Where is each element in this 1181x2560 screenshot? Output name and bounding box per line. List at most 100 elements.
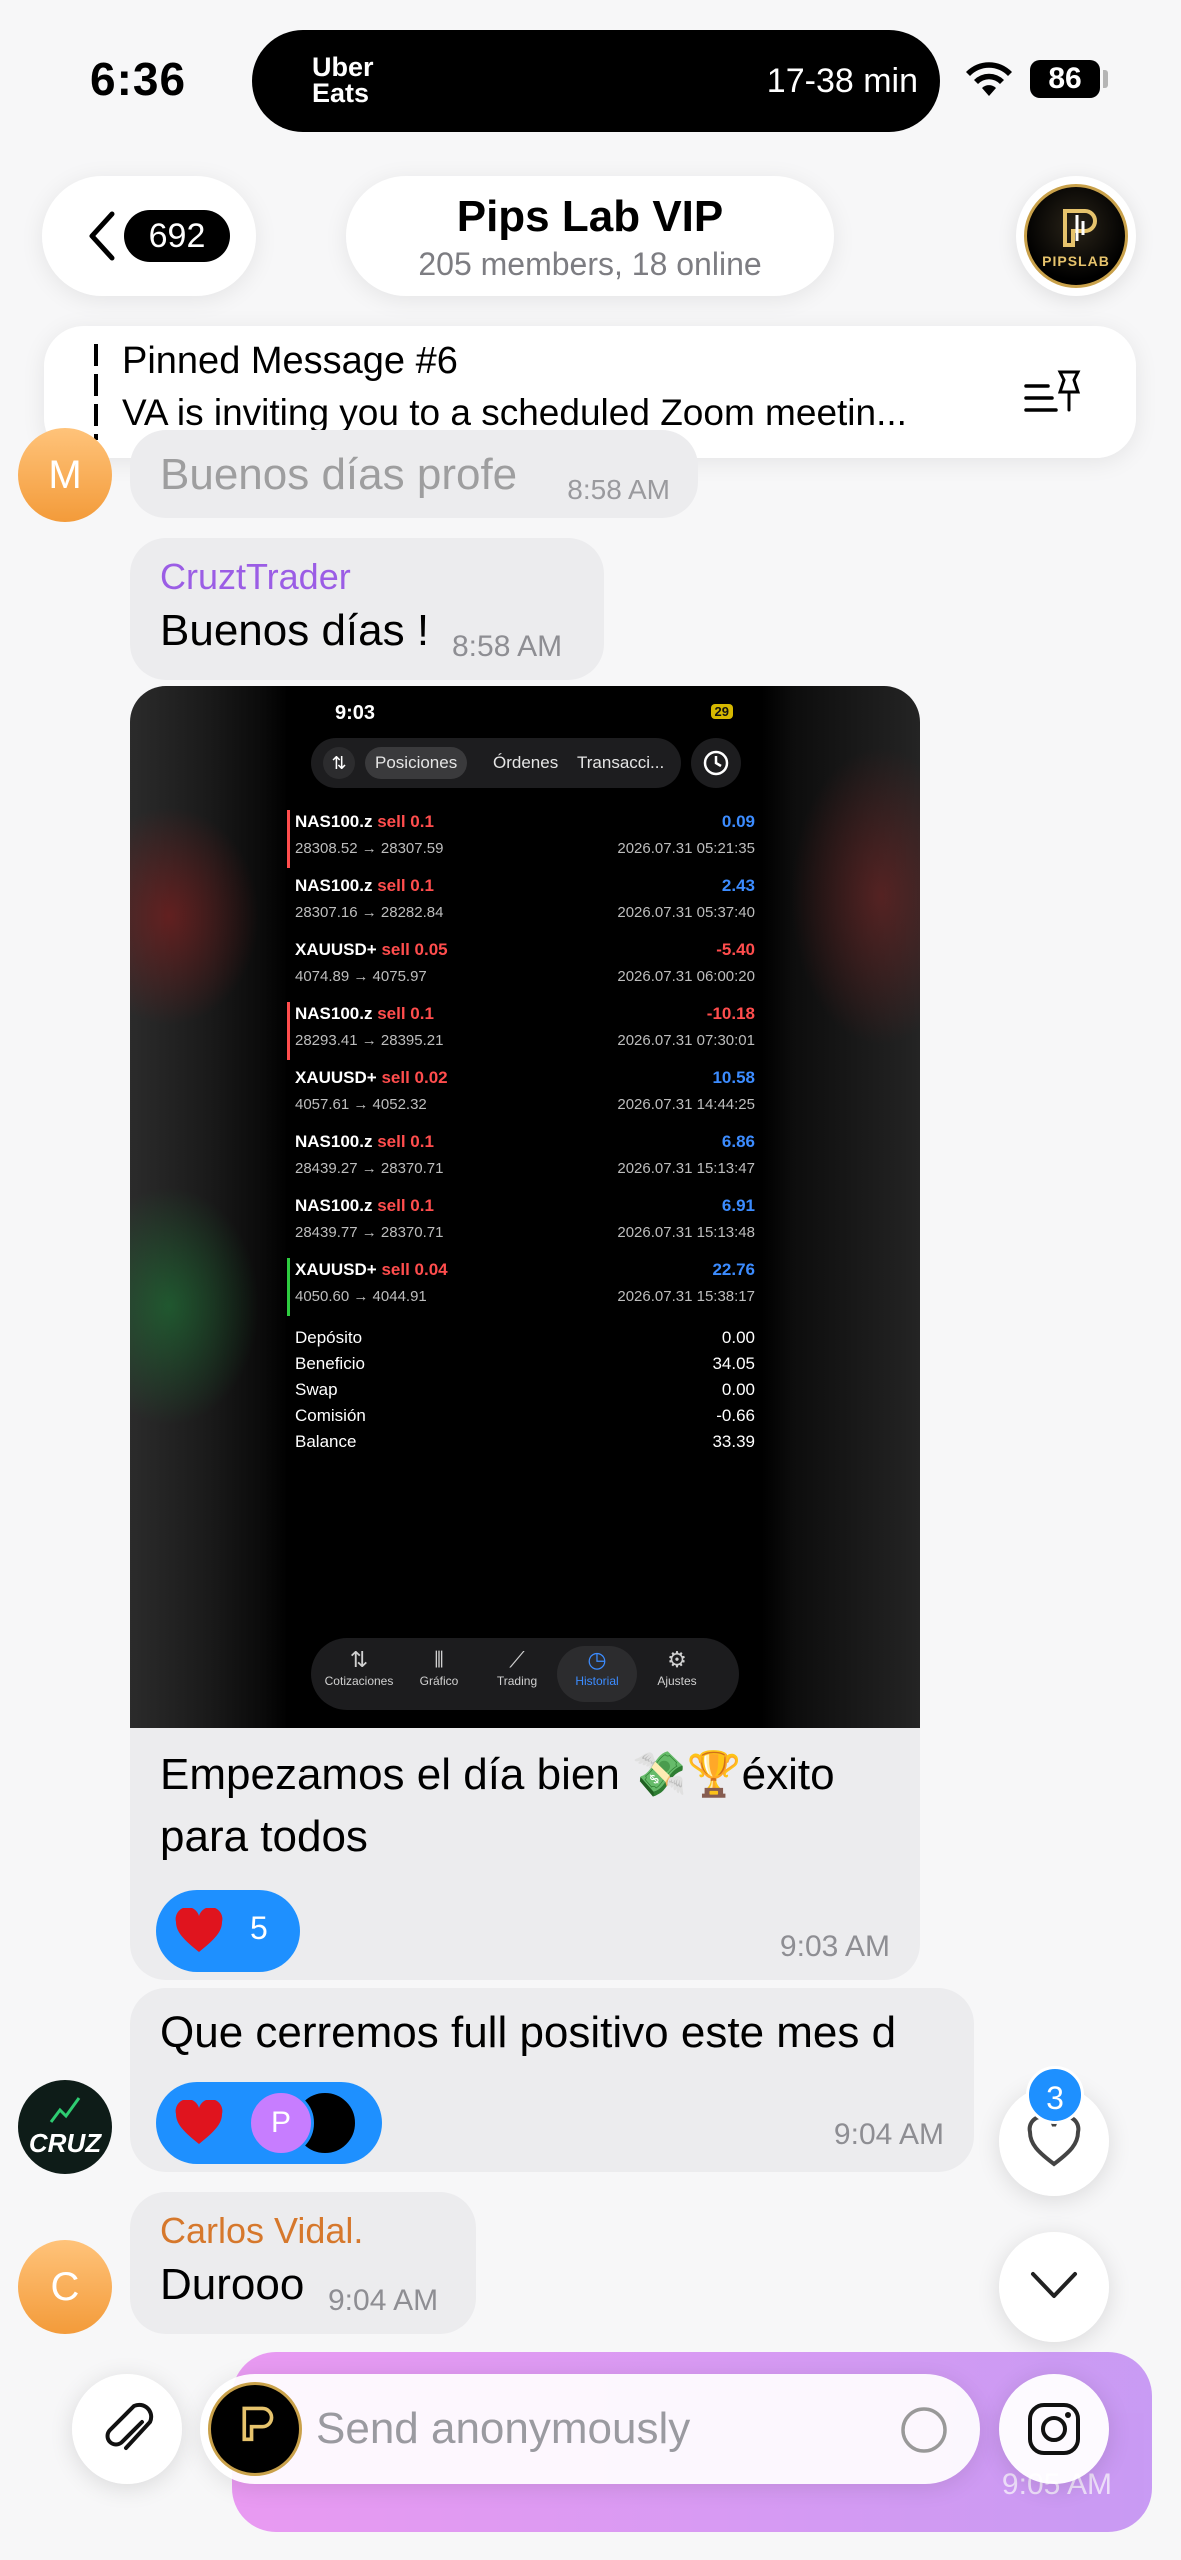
trade-date: 2026.07.31 15:13:48 [617,1224,755,1241]
back-button[interactable]: 692 [42,176,256,296]
message-input[interactable]: Send anonymously [200,2374,980,2484]
reactor-avatar: P [248,2090,314,2156]
screenshot-time: 9:03 [335,702,376,724]
avatar-text: CRUZ [28,2128,102,2158]
trade-symbol: NAS100.z sell 0.1 [295,1004,434,1023]
message-time: 9:03 AM [779,1930,890,1963]
trade-prices: 28439.77 → 28370.71 [295,1224,444,1241]
summary-label: Depósito [295,1328,363,1347]
trade-row: NAS100.z sell 0.1 28308.52 → 28307.59 0.09… [287,808,763,872]
message-bubble[interactable]: Carlos Vidal. Durooo 9:04 AM [130,2192,476,2334]
avatar[interactable]: CRUZ [18,2080,112,2174]
trade-symbol: XAUUSD+ sell 0.04 [295,1260,448,1279]
group-avatar[interactable]: PIPSLAB [1016,176,1136,296]
message-text: Durooo [160,2260,305,2309]
dynamic-island[interactable]: Uber Eats 17-38 min [252,30,940,132]
screenshot-tab-bar: ⇅ Cotizaciones ⫴ Gráfico ⟋ Trading ◷ Histori… [311,1638,739,1710]
scroll-down-button[interactable] [999,2232,1109,2342]
message-bubble[interactable]: Que cerremos full positivo este mes d P … [130,1988,974,2172]
heart-icon [175,2100,223,2144]
trade-row: NAS100.z sell 0.1 28293.41 → 28395.21 -10.… [287,1000,763,1064]
timer-icon[interactable] [898,2404,950,2456]
trade-indicator [287,810,290,868]
summary-row: Depósito 0.00 [295,1328,755,1354]
trade-row: XAUUSD+ sell 0.02 4057.61 → 4052.32 10.58 2… [287,1064,763,1128]
heart-icon [175,1908,223,1952]
trading-app-screenshot: 9:03 29 ⇅ Posiciones Órdenes Transacci..… [287,686,763,1728]
sender-name[interactable]: Carlos Vidal. [160,2210,363,2252]
screenshot-tab: Órdenes [493,753,559,772]
message-time: 9:04 AM [833,2118,944,2151]
avatar[interactable]: M [18,428,112,522]
nav-history: ◷ Historial [557,1646,637,1702]
summary-row: Balance 33.39 [295,1432,755,1458]
photo-blur-edge [130,1186,260,1426]
photo-blur-edge [790,746,920,1046]
pinned-indicator [94,344,98,440]
avatar[interactable]: C [18,2240,112,2334]
chat-header[interactable]: Pips Lab VIP 205 members, 18 online [346,176,834,296]
trade-date: 2026.07.31 05:21:35 [617,840,755,857]
trade-profit: -5.40 [716,940,755,959]
trade-row: XAUUSD+ sell 0.04 4050.60 → 4044.91 22.76 2… [287,1256,763,1320]
pinned-text: VA is inviting you to a scheduled Zoom m… [122,392,907,433]
trade-profit: 2.43 [721,876,755,895]
instagram-button[interactable] [999,2374,1109,2484]
trade-prices: 28293.41 → 28395.21 [295,1032,444,1049]
uber-eats-logo: Uber Eats [312,52,374,108]
trade-prices: 4074.89 → 4075.97 [295,968,427,985]
sender-name[interactable]: CruztTrader [160,556,351,598]
updown-icon: ⇅ [349,1647,369,1672]
trade-profit: 0.09 [721,812,755,831]
trade-prices: 28439.27 → 28370.71 [295,1160,444,1177]
nav-chart: ⫴ Gráfico [399,1646,479,1688]
message-time: 8:58 AM [567,474,670,505]
trade-prices: 4050.60 → 4044.91 [295,1288,427,1305]
reaction-heart[interactable]: P [156,2082,382,2164]
trade-date: 2026.07.31 15:38:17 [617,1288,755,1305]
nav-trading: ⟋ Trading [477,1646,557,1688]
message-text: Empezamos el día bien 💸🏆éxito para todos [160,1750,835,1861]
reaction-heart[interactable]: 5 [156,1890,300,1972]
nav-quotes: ⇅ Cotizaciones [319,1646,399,1688]
gear-icon: ⚙ [667,1647,687,1672]
trade-prices: 28307.16 → 28282.84 [295,904,444,921]
trade-date: 2026.07.31 05:37:40 [617,904,755,921]
message-bubble[interactable]: CruztTrader Buenos días ! 8:58 AM [130,538,604,680]
unread-count-badge: 692 [124,210,230,262]
reaction-badge: 3 [1026,2066,1084,2124]
message-text: Buenos días profe [160,450,518,499]
input-placeholder: Send anonymously [316,2404,691,2453]
attach-button[interactable] [72,2374,182,2484]
reaction-count: 5 [250,1910,268,1946]
trade-symbol: NAS100.z sell 0.1 [295,876,434,895]
trade-symbol: XAUUSD+ sell 0.05 [295,940,448,959]
summary-row: Swap 0.00 [295,1380,755,1406]
trade-profit: 6.86 [721,1132,755,1151]
trade-prices: 4057.61 → 4052.32 [295,1096,427,1113]
trade-symbol: NAS100.z sell 0.1 [295,1132,434,1151]
screenshot-tab: Transacci... [577,753,665,772]
pipslab-logo-icon [242,2406,274,2442]
chat-subtitle: 205 members, 18 online [418,246,762,282]
screenshot-segmented-control: ⇅ Posiciones Órdenes Transacci... [311,738,681,788]
candles-icon: ⫴ [434,1647,444,1672]
paperclip-icon [105,2402,154,2450]
message-time: 8:58 AM [452,630,563,663]
trade-date: 2026.07.31 07:30:01 [617,1032,755,1049]
summary-label: Swap [295,1380,338,1399]
message-bubble[interactable]: Buenos días profe 8:58 AM [130,430,698,518]
instagram-icon [1028,2403,1080,2455]
trade-row: NAS100.z sell 0.1 28439.27 → 28370.71 6.86… [287,1128,763,1192]
trade-row: XAUUSD+ sell 0.05 4074.89 → 4075.97 -5.40 2… [287,936,763,1000]
status-time: 6:36 [90,53,187,105]
pin-list-icon[interactable] [1022,366,1084,418]
photo-blur-edge [130,806,260,1026]
photo-attachment[interactable]: 9:03 29 ⇅ Posiciones Órdenes Transacci..… [130,686,920,1728]
screenshot-tab: Posiciones [365,747,468,779]
anonymous-avatar[interactable] [208,2382,302,2476]
battery-indicator: 86 [1030,60,1100,98]
island-eta: 17-38 min [766,62,918,100]
summary-row: Beneficio 34.05 [295,1354,755,1380]
photo-message-bubble[interactable]: 9:03 29 ⇅ Posiciones Órdenes Transacci..… [130,686,920,1980]
